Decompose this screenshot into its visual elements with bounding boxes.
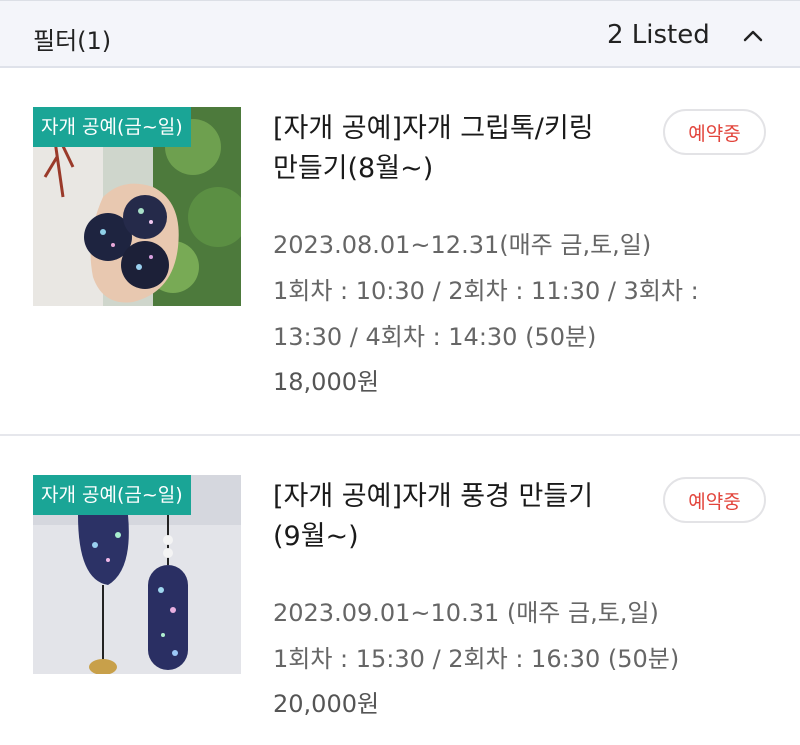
title-line: [자개 공예]자개 풍경 만들기: [273, 481, 594, 512]
program-price: 18,000원: [273, 368, 380, 396]
chevron-up-icon: [743, 30, 763, 42]
listed-count: 2 Listed: [607, 20, 710, 50]
program-title[interactable]: [자개 공예]자개 풍경 만들기 (9월~): [273, 477, 638, 557]
category-badge: 자개 공예(금~일): [33, 475, 191, 515]
program-card[interactable]: 자개 공예(금~일) [자개 공예]자개 그립톡/키링 만들기(8월~) 예약중…: [0, 70, 800, 436]
program-schedule: 13:30 / 4회차 : 14:30 (50분): [273, 323, 597, 351]
program-title[interactable]: [자개 공예]자개 그립톡/키링 만들기(8월~): [273, 109, 638, 189]
title-line: (9월~): [273, 521, 359, 552]
program-thumbnail[interactable]: 자개 공예(금~일): [33, 475, 241, 674]
program-schedule: 1회차 : 15:30 / 2회차 : 16:30 (50분): [273, 645, 680, 673]
filter-bar: 필터(1) 2 Listed: [0, 0, 800, 68]
filter-button[interactable]: 필터(1): [33, 21, 111, 56]
status-badge: 예약중: [663, 477, 766, 523]
program-price: 20,000원: [273, 690, 380, 718]
program-period: 2023.08.01~12.31(매주 금,토,일): [273, 231, 652, 259]
program-card[interactable]: 자개 공예(금~일) [자개 공예]자개 풍경 만들기 (9월~) 예약중 20…: [0, 437, 800, 745]
collapse-toggle-button[interactable]: [736, 19, 770, 53]
program-thumbnail[interactable]: 자개 공예(금~일): [33, 107, 241, 306]
program-schedule: 1회차 : 10:30 / 2회차 : 11:30 / 3회차 :: [273, 277, 699, 305]
program-period: 2023.09.01~10.31 (매주 금,토,일): [273, 599, 659, 627]
title-line: [자개 공예]자개 그립톡/키링: [273, 113, 594, 144]
category-badge: 자개 공예(금~일): [33, 107, 191, 147]
title-line: 만들기(8월~): [273, 153, 434, 184]
status-badge: 예약중: [663, 109, 766, 155]
